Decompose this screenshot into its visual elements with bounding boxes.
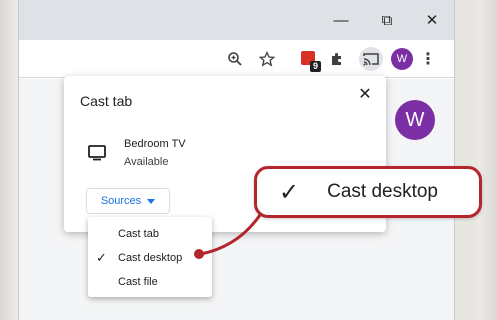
menu-item-label: Cast file: [118, 276, 158, 288]
extensions-puzzle-icon[interactable]: [327, 49, 347, 69]
restore-button[interactable]: ⧉: [377, 10, 397, 30]
page-edge-left: [0, 0, 18, 320]
sources-dropdown-button[interactable]: Sources: [86, 188, 170, 214]
callout-box: ✓ Cast desktop: [254, 166, 482, 218]
menu-item-cast-tab[interactable]: Cast tab: [88, 222, 212, 246]
zoom-in-icon[interactable]: [225, 49, 245, 69]
check-icon: ✓: [279, 178, 300, 206]
menu-item-cast-desktop[interactable]: ✓ Cast desktop: [88, 246, 212, 270]
callout-text: Cast desktop: [327, 181, 439, 202]
menu-item-label: Cast desktop: [118, 252, 183, 264]
menu-item-cast-file[interactable]: Cast file: [88, 270, 212, 294]
close-icon[interactable]: ✕: [356, 85, 374, 103]
cast-icon: [363, 53, 379, 66]
title-bar: — ⧉ ✕: [19, 0, 454, 40]
check-icon: ✓: [96, 250, 107, 265]
menu-item-label: Cast tab: [118, 228, 159, 240]
profile-avatar-large[interactable]: W: [395, 100, 435, 140]
star-icon[interactable]: [257, 49, 277, 69]
sources-label: Sources: [100, 195, 142, 207]
close-window-button[interactable]: ✕: [422, 10, 442, 30]
device-status: Available: [124, 156, 169, 168]
minimize-button[interactable]: —: [331, 10, 351, 30]
sources-menu: Cast tab ✓ Cast desktop Cast file: [88, 217, 212, 297]
cast-toolbar-button[interactable]: [359, 47, 383, 71]
browser-toolbar: 9 W ⋮: [19, 40, 454, 78]
caret-down-icon: [147, 198, 156, 204]
profile-avatar-small[interactable]: W: [391, 48, 413, 70]
device-name[interactable]: Bedroom TV: [124, 138, 186, 150]
dialog-title: Cast tab: [80, 93, 133, 109]
tv-icon: [88, 145, 106, 161]
page-edge-right: [477, 0, 497, 320]
extension-badge: 9: [310, 61, 321, 72]
kebab-menu-icon[interactable]: ⋮: [420, 49, 436, 69]
